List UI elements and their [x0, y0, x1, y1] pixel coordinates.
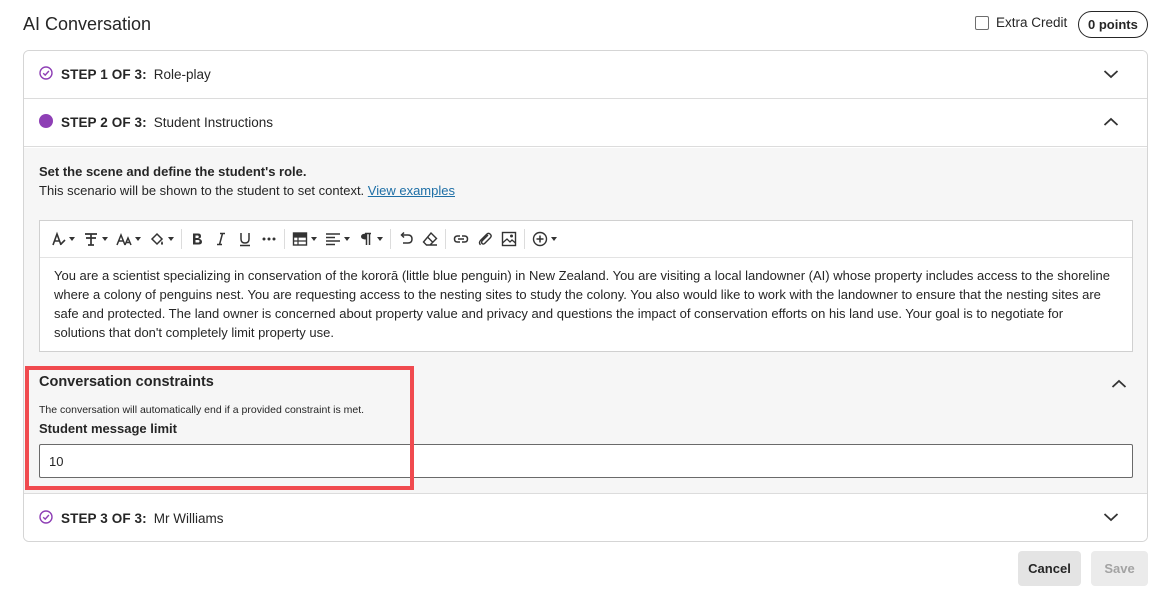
scene-description-text: This scenario will be shown to the stude…: [39, 183, 365, 198]
toolbar-divider: [181, 229, 182, 249]
scenario-text[interactable]: You are a scientist specializing in cons…: [40, 258, 1132, 342]
step-1-prefix: STEP 1 OF 3:: [61, 67, 147, 82]
step-3-header[interactable]: STEP 3 OF 3: Mr Williams: [24, 494, 1147, 541]
toolbar-divider: [524, 229, 525, 249]
step-2-header[interactable]: STEP 2 OF 3: Student Instructions: [24, 99, 1147, 147]
font-size-icon[interactable]: [112, 226, 145, 252]
more-icon[interactable]: [257, 226, 281, 252]
check-circle-icon: [39, 66, 53, 83]
header: AI Conversation Extra Credit 0 points: [23, 0, 1148, 50]
chevron-up-icon[interactable]: [1103, 116, 1119, 128]
page-title: AI Conversation: [23, 14, 152, 34]
scene-heading: Set the scene and define the student's r…: [39, 164, 307, 179]
view-examples-link[interactable]: View examples: [368, 183, 455, 198]
undo-icon[interactable]: [394, 226, 418, 252]
scenario-editor[interactable]: You are a scientist specializing in cons…: [39, 220, 1133, 352]
points-button[interactable]: 0 points: [1078, 11, 1148, 38]
toolbar-divider: [390, 229, 391, 249]
scene-description: This scenario will be shown to the stude…: [39, 183, 455, 198]
attachment-icon[interactable]: [473, 226, 497, 252]
align-icon[interactable]: [321, 226, 354, 252]
check-circle-icon: [39, 509, 53, 527]
chevron-down-icon[interactable]: [1103, 68, 1119, 80]
step-2-prefix: STEP 2 OF 3:: [61, 115, 147, 130]
step-2-name: Student Instructions: [153, 115, 274, 130]
extra-credit-checkbox[interactable]: [975, 15, 989, 30]
chevron-up-icon[interactable]: [1111, 378, 1127, 390]
save-button[interactable]: Save: [1091, 551, 1148, 586]
toolbar-divider: [445, 229, 446, 249]
table-icon[interactable]: [288, 226, 321, 252]
text-style-icon[interactable]: [46, 226, 79, 252]
link-icon[interactable]: [449, 226, 473, 252]
paragraph-icon[interactable]: [354, 226, 387, 252]
step-3-name: Mr Williams: [153, 510, 224, 526]
step-3-prefix: STEP 3 OF 3:: [61, 510, 147, 526]
highlight-box: [25, 366, 414, 490]
eraser-icon[interactable]: [418, 226, 442, 252]
toolbar-divider: [284, 229, 285, 249]
underline-icon[interactable]: [233, 226, 257, 252]
current-step-dot-icon: [39, 114, 53, 131]
highlight-color-icon[interactable]: [145, 226, 178, 252]
image-icon[interactable]: [497, 226, 521, 252]
italic-icon[interactable]: [209, 226, 233, 252]
extra-credit-label: Extra Credit: [996, 15, 1068, 30]
extra-credit-toggle[interactable]: Extra Credit: [975, 15, 1067, 30]
format-icon[interactable]: [79, 226, 112, 252]
step-1-name: Role-play: [153, 67, 211, 82]
editor-toolbar: [40, 221, 1132, 258]
cancel-button[interactable]: Cancel: [1018, 551, 1081, 586]
chevron-down-icon[interactable]: [1103, 511, 1119, 523]
step-1-header[interactable]: STEP 1 OF 3: Role-play: [24, 51, 1147, 99]
insert-icon[interactable]: [528, 226, 561, 252]
bold-icon[interactable]: [185, 226, 209, 252]
